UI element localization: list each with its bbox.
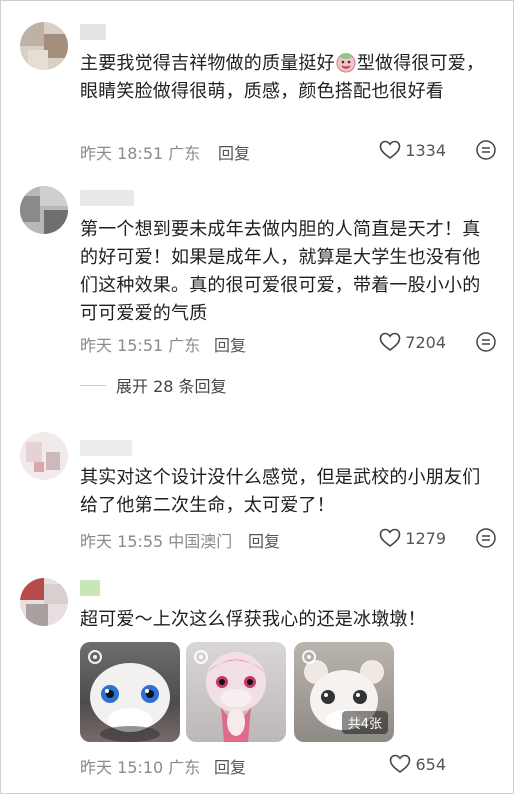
comment-meta: 昨天 15:51 广东 回复 7204 (80, 330, 498, 356)
like-count: 1279 (405, 528, 446, 548)
attached-image[interactable] (80, 642, 180, 742)
image-count-badge: 共4张 (341, 711, 388, 734)
comment-meta: 昨天 18:51 广东 回复 1334 (80, 138, 498, 164)
avatar[interactable] (20, 22, 68, 70)
comment-text-part: 主要我觉得吉祥物做的质量挺好 (80, 53, 335, 74)
expand-replies-button[interactable]: 展开 28 条回复 (80, 372, 227, 398)
comment-text: 主要我觉得吉祥物做的质量挺好 型做得很可爱，眼睛笑脸做得很萌，质感，颜色搭配也很… (80, 50, 492, 106)
like-count: 1334 (405, 140, 446, 160)
reply-button[interactable]: 回复 (214, 332, 246, 356)
comment-meta: 昨天 15:10 广东 回复 654 (80, 752, 498, 778)
heart-outline-icon (379, 528, 401, 547)
comment-options-icon[interactable] (474, 526, 498, 550)
attached-image[interactable]: 共4张 (294, 642, 394, 742)
time-location: 昨天 15:55 中国澳门 (80, 532, 233, 551)
username-blurred[interactable] (80, 440, 132, 456)
heart-outline-icon (379, 140, 401, 159)
like-button[interactable]: 7204 (379, 330, 446, 354)
like-button[interactable]: 1334 (379, 138, 446, 162)
like-count: 7204 (405, 332, 446, 352)
reply-button[interactable]: 回复 (248, 528, 280, 552)
username-blurred[interactable] (80, 580, 100, 596)
time-location: 昨天 15:51 广东 (80, 336, 201, 355)
comment-options-icon[interactable] (474, 330, 498, 354)
avatar[interactable] (20, 186, 68, 234)
like-button[interactable]: 654 (389, 752, 446, 776)
time-location: 昨天 15:10 广东 (80, 758, 201, 777)
expand-replies-label: 展开 28 条回复 (116, 377, 227, 396)
avatar[interactable] (20, 432, 68, 480)
like-count: 654 (415, 754, 446, 774)
username-blurred[interactable] (80, 24, 106, 40)
live-photo-icon (194, 650, 208, 664)
comment-text: 其实对这个设计没什么感觉，但是武校的小朋友们给了他第二次生命，太可爱了！ (80, 467, 481, 516)
comment-text: 超可爱～上次这么俘获我心的还是冰墩墩！ (80, 609, 426, 630)
avatar[interactable] (20, 578, 68, 626)
live-photo-icon (88, 650, 102, 664)
comment-options-icon[interactable] (474, 138, 498, 162)
reply-button[interactable]: 回复 (214, 754, 246, 778)
heart-outline-icon (390, 754, 411, 773)
username-blurred[interactable] (80, 190, 134, 206)
smiling-face-sticker-icon (336, 53, 356, 73)
like-button[interactable]: 1279 (379, 526, 446, 550)
time-location: 昨天 18:51 广东 (80, 144, 201, 163)
divider (80, 384, 106, 386)
live-photo-icon (302, 650, 316, 664)
comment-meta: 昨天 15:55 中国澳门 回复 1279 (80, 526, 498, 552)
reply-button[interactable]: 回复 (218, 140, 250, 164)
heart-outline-icon (379, 332, 401, 351)
attached-image[interactable] (186, 642, 286, 742)
comment-text: 第一个想到要未成年去做内胆的人简直是天才！真的好可爱！如果是成年人，就算是大学生… (80, 219, 481, 324)
